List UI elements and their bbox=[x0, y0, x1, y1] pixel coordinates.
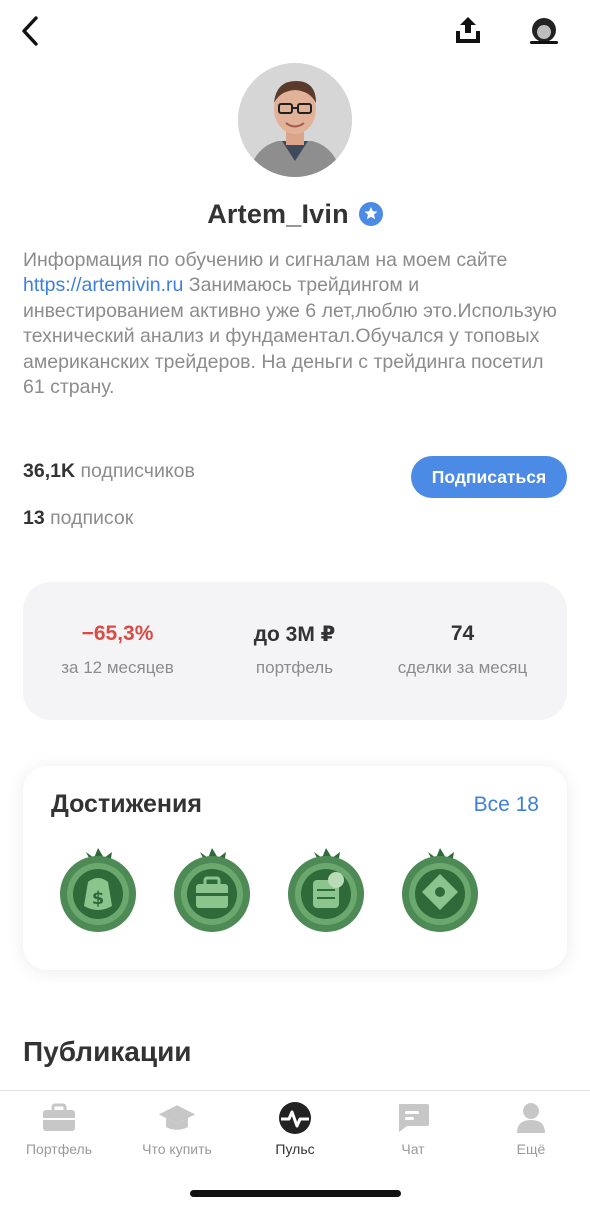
share-button[interactable] bbox=[448, 12, 488, 48]
pulse-icon bbox=[275, 1101, 315, 1135]
coins-badge-icon[interactable] bbox=[280, 844, 372, 936]
achievements-card[interactable]: Достижения Все 18 $ bbox=[23, 766, 567, 970]
followers-label: подписчиков bbox=[80, 460, 195, 482]
stat-monthly-trades: 74 сделки за месяц bbox=[372, 622, 553, 678]
tab-more[interactable]: Ещё bbox=[472, 1101, 590, 1161]
following-count: 13 bbox=[23, 507, 45, 529]
subscribe-button[interactable]: Подписаться bbox=[411, 456, 567, 498]
stat-label: сделки за месяц bbox=[397, 658, 528, 677]
graduation-cap-icon bbox=[157, 1101, 197, 1135]
theme-toggle-button[interactable] bbox=[524, 14, 564, 48]
followers-stat[interactable]: 36,1K подписчиков bbox=[23, 460, 195, 483]
achievements-title: Достижения bbox=[51, 790, 202, 818]
theme-circle-icon bbox=[530, 18, 558, 44]
following-stat[interactable]: 13 подписок bbox=[23, 507, 133, 530]
briefcase-icon bbox=[39, 1101, 79, 1135]
avatar bbox=[238, 63, 352, 177]
rocket-badge-icon[interactable] bbox=[394, 844, 486, 936]
followers-count: 36,1K bbox=[23, 460, 76, 482]
profile-bio: Информация по обучению и сигналам на мое… bbox=[23, 248, 563, 400]
chevron-left-icon bbox=[22, 16, 38, 46]
stat-label: за 12 месяцев bbox=[61, 658, 174, 677]
profile-name: Artem_Ivin bbox=[207, 198, 349, 229]
money-bag-badge-icon[interactable]: $ bbox=[52, 844, 144, 936]
stat-yearly-return: −65,3% за 12 месяцев bbox=[27, 622, 208, 678]
top-bar bbox=[0, 0, 590, 62]
stat-value: до 3М ₽ bbox=[253, 623, 336, 646]
stat-label: портфель bbox=[255, 658, 334, 677]
bio-text-start: Информация по обучению и сигналам на мое… bbox=[23, 249, 508, 271]
share-upload-icon bbox=[456, 17, 480, 43]
briefcase-badge-icon[interactable] bbox=[166, 844, 258, 936]
tab-label: Что купить bbox=[142, 1141, 212, 1157]
stat-value: −65,3% bbox=[81, 622, 154, 645]
person-icon bbox=[511, 1101, 551, 1135]
stat-portfolio: до 3М ₽ портфель bbox=[204, 622, 385, 678]
tab-label: Чат bbox=[401, 1141, 425, 1157]
achievements-all-link[interactable]: Все 18 bbox=[474, 793, 539, 817]
tab-portfolio[interactable]: Портфель bbox=[0, 1101, 118, 1161]
svg-text:$: $ bbox=[92, 888, 105, 909]
profile-name-row: Artem_Ivin bbox=[0, 194, 590, 234]
tab-chat[interactable]: Чат bbox=[354, 1101, 472, 1161]
tab-label: Пульс bbox=[275, 1141, 315, 1157]
following-label: подписок bbox=[50, 507, 134, 529]
tab-label: Портфель bbox=[25, 1141, 93, 1157]
avatar-photo bbox=[238, 63, 352, 177]
verified-star-icon bbox=[358, 202, 383, 226]
stat-value: 74 bbox=[450, 622, 475, 645]
tab-label: Ещё bbox=[516, 1141, 546, 1157]
bio-website-link[interactable]: https://artemivin.ru bbox=[23, 274, 183, 296]
publications-title: Публикации bbox=[23, 1036, 192, 1067]
home-indicator[interactable] bbox=[190, 1190, 401, 1197]
tab-what-to-buy[interactable]: Что купить bbox=[118, 1101, 236, 1161]
stats-card: −65,3% за 12 месяцев до 3М ₽ портфель 74… bbox=[23, 582, 567, 720]
tab-pulse[interactable]: Пульс bbox=[236, 1101, 354, 1161]
back-button[interactable] bbox=[14, 14, 46, 48]
chat-icon bbox=[393, 1101, 433, 1135]
